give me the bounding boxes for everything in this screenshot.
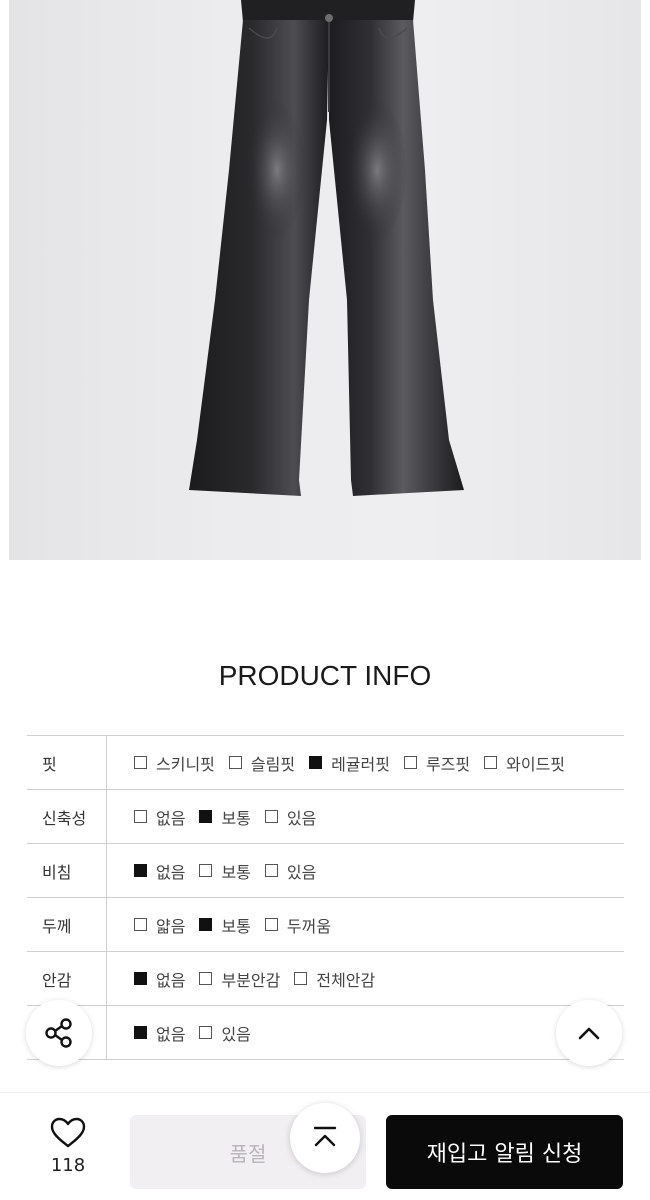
- spec-option: 부분안감: [199, 967, 280, 991]
- spec-label: 비침: [27, 844, 107, 897]
- spec-option-label: 없음: [156, 970, 186, 990]
- unchecked-box-icon: [294, 972, 308, 985]
- checked-box-icon: [134, 864, 147, 877]
- spec-label: 신축성: [27, 790, 107, 843]
- spec-row: 핏 스키니핏 슬림핏 레귤러핏 루즈핏 와이드핏: [27, 736, 624, 790]
- unchecked-box-icon: [264, 864, 278, 877]
- spec-label: 두께: [27, 898, 107, 951]
- restock-alert-button[interactable]: 재입고 알림 신청: [386, 1115, 623, 1189]
- spec-option-label: 루즈핏: [425, 754, 471, 774]
- scroll-up-button[interactable]: [556, 1000, 622, 1066]
- chevron-up-icon: [578, 1027, 600, 1040]
- spec-option: 와이드핏: [484, 751, 565, 775]
- spec-option-label: 스키니핏: [156, 754, 215, 774]
- unchecked-box-icon: [134, 756, 147, 769]
- spec-option: 두꺼움: [264, 913, 332, 937]
- spec-option-label: 슬림핏: [250, 754, 296, 774]
- wish-button[interactable]: 118: [36, 1117, 100, 1176]
- spec-row: 두께 얇음 보통 두꺼움: [27, 898, 624, 952]
- spec-row: 신축성 없음 보통 있음: [27, 790, 624, 844]
- spec-option: 보통: [199, 913, 251, 937]
- spec-option-label: 두꺼움: [286, 916, 332, 936]
- unchecked-box-icon: [264, 810, 278, 823]
- spec-option-label: 보통: [221, 808, 251, 828]
- spec-option: 레귤러핏: [309, 751, 390, 775]
- checked-box-icon: [199, 918, 213, 931]
- spec-option: 없음: [134, 967, 185, 991]
- wish-count: 118: [50, 1155, 86, 1176]
- spec-option-label: 있음: [221, 1024, 251, 1044]
- jeans-illustration: [189, 0, 464, 496]
- spec-option: 없음: [134, 805, 185, 829]
- spec-options: 없음 있음: [107, 1006, 265, 1059]
- unchecked-box-icon: [228, 756, 242, 769]
- spec-option: 루즈핏: [403, 751, 471, 775]
- spec-option-label: 있음: [286, 862, 317, 882]
- product-image: [9, 0, 641, 560]
- spec-options: 스키니핏 슬림핏 레귤러핏 루즈핏 와이드핏: [107, 736, 579, 789]
- spec-option-label: 전체안감: [316, 970, 376, 990]
- unchecked-box-icon: [199, 864, 213, 877]
- unchecked-box-icon: [134, 918, 147, 931]
- spec-row: 없음 있음: [27, 1006, 624, 1060]
- spec-option-label: 보통: [221, 916, 251, 936]
- spec-option: 보통: [199, 859, 251, 883]
- spec-label: 핏: [27, 736, 107, 789]
- spec-option: 스키니핏: [134, 751, 215, 775]
- spec-option-label: 없음: [156, 1024, 186, 1044]
- spec-option-label: 부분안감: [221, 970, 281, 990]
- heart-icon: [50, 1117, 86, 1148]
- spec-option-label: 없음: [156, 808, 186, 828]
- spec-option: 슬림핏: [228, 751, 296, 775]
- scroll-to-top-icon: [313, 1126, 337, 1147]
- spec-options: 없음 보통 있음: [107, 790, 330, 843]
- product-info-title: PRODUCT INFO: [218, 660, 432, 691]
- spec-option-label: 와이드핏: [506, 754, 566, 774]
- checked-box-icon: [134, 1026, 147, 1039]
- spec-option: 있음: [264, 805, 317, 829]
- spec-label: 안감: [27, 952, 107, 1005]
- spec-option: 보통: [199, 805, 251, 829]
- spec-option: 전체안감: [294, 967, 375, 991]
- checked-box-icon: [134, 972, 147, 985]
- checked-box-icon: [199, 810, 213, 823]
- unchecked-box-icon: [134, 810, 147, 823]
- spec-options: 없음 보통 있음: [107, 844, 330, 897]
- checked-box-icon: [309, 756, 323, 769]
- share-icon: [45, 1018, 72, 1048]
- spec-option-label: 있음: [286, 808, 317, 828]
- spec-option-label: 없음: [156, 862, 186, 882]
- spec-option-label: 레귤러핏: [331, 754, 390, 774]
- spec-option: 없음: [134, 859, 185, 883]
- spec-option-label: 보통: [221, 862, 251, 882]
- spec-option: 있음: [264, 859, 317, 883]
- scroll-to-top-button[interactable]: [290, 1103, 360, 1173]
- product-spec-table: 핏 스키니핏 슬림핏 레귤러핏 루즈핏 와이드핏 신축성 없음 보통 있음 비침 없음 보통 있음 두께 얇음…: [27, 735, 624, 1060]
- unchecked-box-icon: [403, 756, 417, 769]
- unchecked-box-icon: [484, 756, 498, 769]
- spec-options: 얇음 보통 두꺼움: [107, 898, 345, 951]
- spec-option: 있음: [199, 1021, 251, 1045]
- spec-row: 안감 없음 부분안감 전체안감: [27, 952, 624, 1006]
- share-button[interactable]: [26, 1000, 92, 1066]
- unchecked-box-icon: [199, 1026, 213, 1039]
- spec-options: 없음 부분안감 전체안감: [107, 952, 389, 1005]
- unchecked-box-icon: [199, 972, 213, 985]
- unchecked-box-icon: [264, 918, 278, 931]
- spec-option-label: 얇음: [156, 916, 186, 936]
- spec-row: 비침 없음 보통 있음: [27, 844, 624, 898]
- spec-option: 얇음: [134, 913, 185, 937]
- spec-option: 없음: [134, 1021, 185, 1045]
